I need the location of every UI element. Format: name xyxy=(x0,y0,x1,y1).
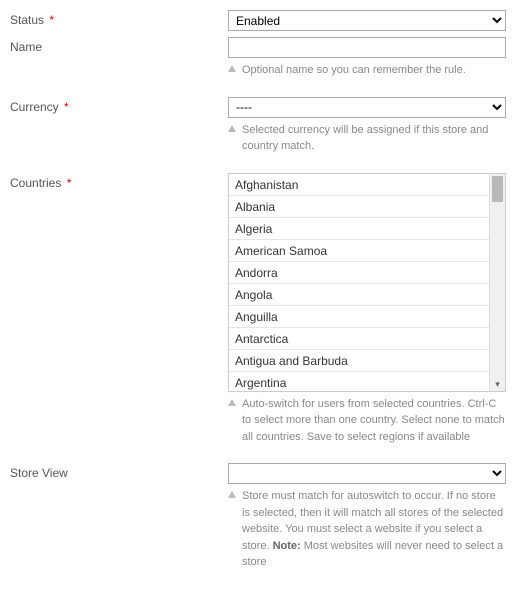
list-item[interactable]: Andorra xyxy=(229,262,489,284)
required-mark: * xyxy=(67,176,72,190)
triangle-up-icon xyxy=(228,125,236,132)
storeview-hint-bold: Note: xyxy=(273,540,301,552)
list-item[interactable]: Afghanistan xyxy=(229,174,489,196)
scrollbar[interactable]: ▾ xyxy=(489,174,505,391)
list-item[interactable]: Albania xyxy=(229,196,489,218)
list-item[interactable]: American Samoa xyxy=(229,240,489,262)
chevron-down-icon[interactable]: ▾ xyxy=(490,377,505,391)
countries-label-text: Countries xyxy=(10,176,61,190)
triangle-up-icon xyxy=(228,491,236,498)
currency-label-text: Currency xyxy=(10,100,59,114)
list-item[interactable]: Antarctica xyxy=(229,328,489,350)
name-label-text: Name xyxy=(10,40,42,54)
list-item[interactable]: Angola xyxy=(229,284,489,306)
currency-label: Currency * xyxy=(10,97,228,114)
status-select[interactable]: Enabled xyxy=(228,10,506,31)
countries-hint: Auto-switch for users from selected coun… xyxy=(242,396,506,446)
triangle-up-icon xyxy=(228,399,236,406)
currency-hint: Selected currency will be assigned if th… xyxy=(242,122,506,155)
list-item[interactable]: Antigua and Barbuda xyxy=(229,350,489,372)
name-hint: Optional name so you can remember the ru… xyxy=(242,62,506,79)
storeview-hint: Store must match for autoswitch to occur… xyxy=(242,488,506,571)
name-input[interactable] xyxy=(228,37,506,58)
storeview-label-text: Store View xyxy=(10,466,68,480)
status-label-text: Status xyxy=(10,13,44,27)
currency-select[interactable]: ---- xyxy=(228,97,506,118)
required-mark: * xyxy=(64,100,69,114)
countries-label: Countries * xyxy=(10,173,228,190)
storeview-label: Store View xyxy=(10,463,228,480)
storeview-select[interactable] xyxy=(228,463,506,484)
list-item[interactable]: Anguilla xyxy=(229,306,489,328)
name-label: Name xyxy=(10,37,228,54)
scrollbar-thumb[interactable] xyxy=(492,176,503,202)
countries-multiselect[interactable]: Afghanistan Albania Algeria American Sam… xyxy=(228,173,506,392)
triangle-up-icon xyxy=(228,65,236,72)
required-mark: * xyxy=(49,13,54,27)
list-item[interactable]: Argentina xyxy=(229,372,489,391)
status-label: Status * xyxy=(10,10,228,27)
list-item[interactable]: Algeria xyxy=(229,218,489,240)
